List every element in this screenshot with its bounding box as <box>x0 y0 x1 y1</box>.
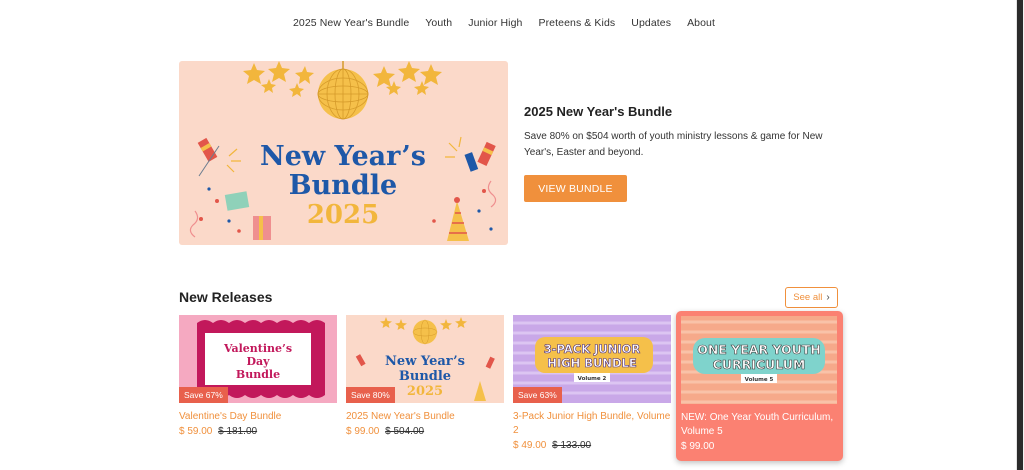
hero-text: 2025 New Year's Bundle Save 80% on $504 … <box>524 104 834 161</box>
hero-description: Save 80% on $504 worth of youth ministry… <box>524 131 823 158</box>
art-line: 3-PACK JUNIOR <box>544 342 641 356</box>
see-all-label: See all <box>793 292 823 303</box>
product-name[interactable]: 3-Pack Junior High Bundle, Volume 2 <box>513 410 671 438</box>
current-price: $ 99.00 <box>681 441 715 452</box>
art-line: Day <box>246 355 270 368</box>
new-releases-heading: New Releases <box>179 289 273 305</box>
product-name[interactable]: Valentine's Day Bundle <box>179 410 337 424</box>
art-line: New Year’s <box>385 354 465 369</box>
art-line: ONE YEAR YOUTH <box>697 342 821 357</box>
top-nav: 2025 New Year's Bundle Youth Junior High… <box>0 17 1016 29</box>
view-bundle-button[interactable]: VIEW BUNDLE <box>524 175 627 202</box>
hero-title: 2025 New Year's Bundle <box>524 104 673 119</box>
product-thumbnail[interactable]: New Year’s Bundle 2025 Save 80% <box>346 315 504 403</box>
original-price: $ 504.00 <box>385 426 425 437</box>
product-thumbnail[interactable]: ONE YEAR YOUTH CURRICULUM Volume 5 <box>681 316 837 404</box>
product-price: $ 59.00 $ 181.00 <box>179 424 337 439</box>
nav-link-about[interactable]: About <box>687 17 715 29</box>
art-line: Bundle <box>236 368 280 381</box>
current-price: $ 99.00 <box>346 426 380 437</box>
original-price: $ 181.00 <box>218 426 258 437</box>
discount-badge: Save 67% <box>179 387 228 403</box>
product-thumbnail[interactable]: Valentine’s Day Bundle Save 67% <box>179 315 337 403</box>
scrollbar-track[interactable] <box>1016 0 1024 470</box>
art-line: Volume 5 <box>745 377 774 383</box>
product-card-new-years[interactable]: New Year’s Bundle 2025 Save 80% 2025 New… <box>346 315 504 439</box>
product-thumbnail[interactable]: 3-PACK JUNIOR HIGH BUNDLE Volume 2 Save … <box>513 315 671 403</box>
product-card-valentines[interactable]: Valentine’s Day Bundle Save 67% Valentin… <box>179 315 337 439</box>
product-price: $ 99.00 <box>681 439 838 454</box>
hero-art-line1: New Year’s <box>260 141 426 172</box>
nav-link-new-years-bundle[interactable]: 2025 New Year's Bundle <box>293 17 409 29</box>
discount-badge: Save 80% <box>346 387 395 403</box>
art-line: CURRICULUM <box>713 357 806 372</box>
nav-link-preteens-kids[interactable]: Preteens & Kids <box>538 17 615 29</box>
discount-badge: Save 63% <box>513 387 562 403</box>
nav-link-updates[interactable]: Updates <box>631 17 671 29</box>
product-name[interactable]: NEW: One Year Youth Curriculum, Volume 5 <box>681 411 838 439</box>
product-card-junior-high[interactable]: 3-PACK JUNIOR HIGH BUNDLE Volume 2 Save … <box>513 315 671 453</box>
product-price: $ 99.00 $ 504.00 <box>346 424 504 439</box>
see-all-button[interactable]: See all › <box>785 287 838 308</box>
current-price: $ 49.00 <box>513 440 547 451</box>
hero-image[interactable]: New Year’s Bundle 2025 <box>179 61 508 245</box>
original-price: $ 133.00 <box>552 440 592 451</box>
art-line: Volume 2 <box>578 376 607 382</box>
nav-link-youth[interactable]: Youth <box>425 17 452 29</box>
product-name[interactable]: 2025 New Year's Bundle <box>346 410 504 424</box>
product-card-one-year-youth[interactable]: ONE YEAR YOUTH CURRICULUM Volume 5 NEW: … <box>676 311 843 461</box>
nav-link-junior-high[interactable]: Junior High <box>468 17 522 29</box>
art-line: 2025 <box>407 384 443 399</box>
current-price: $ 59.00 <box>179 426 213 437</box>
chevron-right-icon: › <box>826 292 830 303</box>
hero-art-line3: 2025 <box>307 200 379 230</box>
product-price: $ 49.00 $ 133.00 <box>513 438 671 453</box>
art-line: HIGH BUNDLE <box>547 356 637 370</box>
hero-art-line2: Bundle <box>289 170 397 201</box>
art-line: Bundle <box>399 369 451 384</box>
scrollbar-thumb[interactable] <box>1017 0 1023 470</box>
art-line: Valentine’s <box>223 342 292 355</box>
